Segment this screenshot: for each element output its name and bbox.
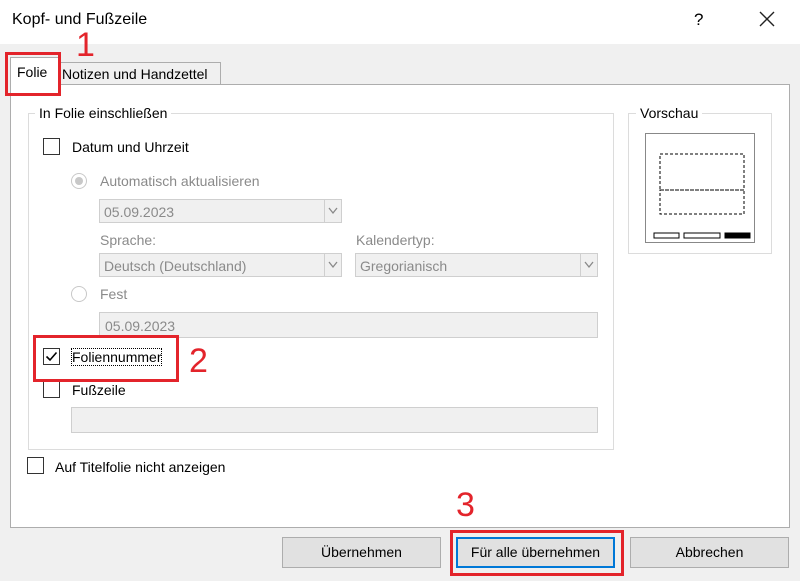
language-value: Deutsch (Deutschland) [104, 258, 247, 274]
calendar-select[interactable]: Gregorianisch [355, 253, 598, 277]
date-format-value: 05.09.2023 [104, 204, 175, 220]
date-time-label: Datum und Uhrzeit [72, 139, 189, 155]
date-time-checkbox[interactable] [43, 138, 60, 155]
cancel-button[interactable]: Abbrechen [630, 537, 789, 568]
date-format-select[interactable]: 05.09.2023 [99, 199, 342, 223]
preview-legend: Vorschau [636, 105, 703, 121]
calendar-value: Gregorianisch [360, 258, 448, 274]
slide-preview [645, 133, 755, 243]
auto-update-label: Automatisch aktualisieren [100, 173, 260, 189]
footer-input[interactable] [71, 407, 598, 433]
chevron-down-icon [580, 254, 597, 276]
help-button[interactable]: ? [694, 10, 703, 30]
annotation-number-3: 3 [456, 486, 475, 524]
slide-layout-preview-icon [653, 153, 751, 239]
chevron-down-icon [324, 200, 341, 222]
footer-checkbox[interactable] [43, 381, 60, 398]
tab-notizen-label: Notizen und Handzettel [62, 66, 208, 82]
include-group-legend: In Folie einschließen [35, 105, 172, 121]
apply-button[interactable]: Übernehmen [282, 537, 441, 568]
fixed-date-value: 05.09.2023 [105, 318, 176, 334]
title-slide-checkbox[interactable] [27, 457, 44, 474]
annotation-box-1 [5, 52, 61, 96]
footer-label: Fußzeile [72, 382, 126, 398]
title-slide-label: Auf Titelfolie nicht anzeigen [55, 459, 226, 475]
calendar-label: Kalendertyp: [356, 232, 435, 248]
language-select[interactable]: Deutsch (Deutschland) [99, 253, 342, 277]
annotation-number-1: 1 [76, 26, 95, 64]
auto-update-radio[interactable] [71, 173, 87, 189]
annotation-box-3 [450, 530, 624, 576]
language-label: Sprache: [100, 232, 157, 248]
fixed-radio[interactable] [71, 286, 87, 302]
fixed-label: Fest [100, 286, 128, 302]
annotation-box-2 [33, 335, 179, 382]
include-group [28, 113, 614, 450]
chevron-down-icon [324, 254, 341, 276]
annotation-number-2: 2 [189, 342, 208, 380]
close-icon[interactable] [756, 8, 778, 30]
tab-notizen-handzettel[interactable]: Notizen und Handzettel [57, 62, 221, 86]
